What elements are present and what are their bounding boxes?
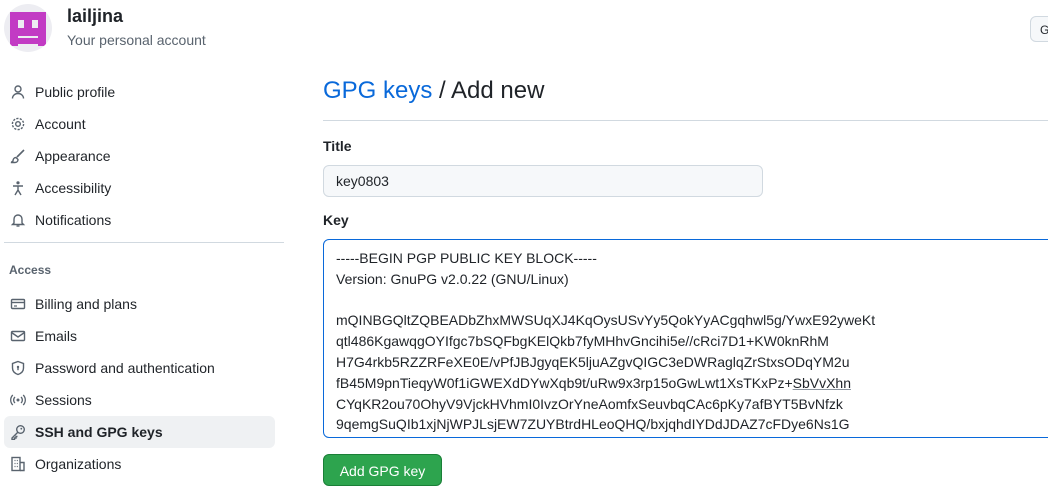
key-text-line: -----BEGIN PGP PUBLIC KEY BLOCK----- — [336, 250, 597, 266]
key-text-line — [336, 290, 1048, 311]
mail-icon — [9, 327, 27, 345]
sidebar-item-organizations[interactable]: Organizations — [4, 448, 275, 480]
sidebar-item-ssh-gpg-keys[interactable]: SSH and GPG keys — [4, 416, 275, 448]
sidebar-item-label: Public profile — [35, 84, 116, 100]
sidebar-item-label: Notifications — [35, 212, 112, 228]
accessibility-icon — [9, 179, 27, 197]
title-input[interactable] — [323, 165, 763, 197]
sidebar-item-label: Password and authentication — [35, 360, 215, 376]
key-icon — [9, 423, 27, 441]
sidebar-item-sessions[interactable]: Sessions — [4, 384, 275, 416]
sidebar-item-accessibility[interactable]: Accessibility — [4, 172, 275, 204]
credit-card-icon — [9, 295, 27, 313]
bell-icon — [9, 211, 27, 229]
sidebar-item-notifications[interactable]: Notifications — [4, 204, 275, 236]
title-label: Title — [323, 138, 352, 154]
sidebar-item-emails[interactable]: Emails — [4, 320, 275, 352]
breadcrumb-separator: / — [432, 77, 452, 104]
key-textarea[interactable]: -----BEGIN PGP PUBLIC KEY BLOCK----- Ver… — [323, 239, 1048, 438]
sidebar-item-label: Emails — [35, 328, 78, 344]
sidebar-item-label: SSH and GPG keys — [35, 424, 163, 440]
sidebar-item-label: Sessions — [35, 392, 92, 408]
sidebar-item-password[interactable]: Password and authentication — [4, 352, 275, 384]
key-label: Key — [323, 212, 349, 228]
key-text-line: 9qemgSuQIb1xjNjWPJLsjEW7ZUYBtrdHLeoQHQ/b… — [336, 416, 850, 433]
spellcheck-underlined-word: SbVvXhn — [792, 374, 851, 391]
shield-lock-icon — [9, 359, 27, 377]
sidebar-section-heading: Access — [9, 263, 52, 277]
page-title: GPG keys / Add new — [323, 77, 544, 105]
sidebar-item-label: Accessibility — [35, 180, 112, 196]
sidebar-divider — [4, 242, 284, 243]
broadcast-icon — [9, 391, 27, 409]
sidebar-item-label: Billing and plans — [35, 296, 137, 312]
key-text-line: Version: GnuPG v2.0.22 (GNU/Linux) — [336, 270, 569, 287]
account-subtitle: Your personal account — [67, 32, 206, 48]
sidebar-item-billing[interactable]: Billing and plans — [4, 288, 275, 320]
sidebar-item-appearance[interactable]: Appearance — [4, 140, 275, 172]
sidebar-item-public-profile[interactable]: Public profile — [4, 76, 275, 108]
paintbrush-icon — [9, 147, 27, 165]
key-text-line: fB45M9pnTieqyW0f1iGWEXdDYwXqb9t/uRw9x3rp… — [336, 373, 1048, 394]
breadcrumb-gpg-keys-link[interactable]: GPG keys — [323, 77, 432, 104]
key-text-line: qtl486KgawqgOYIfgc7bSQFbgKElQkb7fyMHhvGn… — [336, 333, 829, 350]
account-name[interactable]: lailjina — [67, 6, 123, 27]
heading-divider — [323, 120, 1048, 121]
go-to-profile-button[interactable]: G — [1030, 16, 1048, 42]
sidebar-item-label: Appearance — [35, 148, 111, 164]
key-text-segment: fB45M9pnTieqyW0f1iGWEXdDYwXqb9t/uRw9x3rp… — [336, 374, 793, 391]
avatar[interactable] — [4, 4, 52, 52]
gear-icon — [9, 115, 27, 133]
add-gpg-key-button[interactable]: Add GPG key — [323, 454, 442, 486]
organization-icon — [9, 455, 27, 473]
key-text-line: mQINBGQltZQBEADbZhxMWSUqXJ4KqOysUSvYy5Qo… — [336, 312, 876, 329]
sidebar-item-label: Organizations — [35, 456, 122, 472]
sidebar-item-account[interactable]: Account — [4, 108, 275, 140]
sidebar-item-label: Account — [35, 116, 86, 132]
page-heading-text: Add new — [451, 77, 545, 104]
person-icon — [9, 83, 27, 101]
key-text-line: H7G4rkb5RZZRFeXE0E/vPfJBJgyqEK5ljuAZgvQI… — [336, 353, 850, 370]
key-text-line: CYqKR2ou70OhyV9VjckHVhmI0IvzOrYneAomfxSe… — [336, 395, 843, 412]
identicon-image — [10, 12, 46, 46]
